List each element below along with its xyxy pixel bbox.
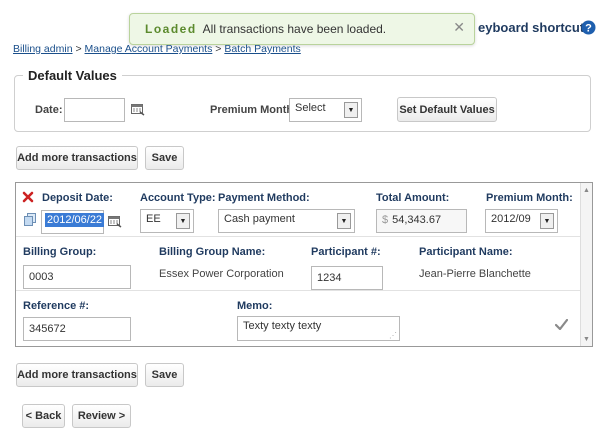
add-more-transactions-button[interactable]: Add more transactions [16,146,138,170]
participant-name-value: Jean-Pierre Blanchette [419,268,531,280]
keyboard-shortcuts-label[interactable]: eyboard shortcuts [478,20,591,35]
svg-text:?: ? [585,23,592,35]
deposit-date-input[interactable]: 2012/06/22 [41,210,105,234]
row-divider [16,236,580,237]
billing-group-name-label: Billing Group Name: [159,246,266,258]
chevron-down-icon: ▼ [337,213,351,229]
default-premium-month-value: Select [295,102,326,114]
save-button-bottom[interactable]: Save [145,363,184,387]
payment-method-select[interactable]: Cash payment ▼ [218,209,355,233]
chevron-down-icon: ▼ [176,213,190,229]
default-values-legend: Default Values [28,68,117,83]
breadcrumb-separator: > [75,43,82,55]
billing-group-input[interactable] [23,265,131,289]
add-more-transactions-button-bottom[interactable]: Add more transactions [16,363,138,387]
chevron-down-icon: ▼ [344,102,358,118]
billing-group-label: Billing Group: [23,246,97,258]
row-divider [16,290,580,291]
currency-symbol: $ [382,214,389,226]
breadcrumb-separator: > [215,43,222,55]
chevron-down-icon: ▼ [540,213,554,229]
toast-close-icon[interactable]: ✕ [453,19,465,36]
premium-month-value: 2012/09 [491,213,531,225]
premium-month-select[interactable]: 2012/09 ▼ [485,209,558,233]
help-icon[interactable]: ? [581,20,596,35]
total-amount-value: 54,343.67 [392,214,442,226]
calendar-icon[interactable] [108,215,122,228]
premium-month-label: Premium Month: [486,192,573,204]
calendar-icon[interactable] [131,103,145,116]
billing-group-name-value: Essex Power Corporation [159,268,284,280]
notification-toast: Loaded All transactions have been loaded… [129,13,475,45]
keyboard-shortcuts-link[interactable]: eyboard shortcuts [478,20,591,35]
breadcrumb-batch-payments[interactable]: Batch Payments [224,43,300,55]
reference-number-input[interactable] [23,317,131,341]
total-amount-input[interactable]: $54,343.67 [376,209,467,233]
participant-number-input[interactable] [311,266,383,290]
memo-value: Texty texty texty [243,320,322,332]
deposit-date-value: 2012/06/22 [45,213,105,227]
breadcrumb-billing-admin[interactable]: Billing admin [13,43,73,55]
memo-label: Memo: [237,300,273,312]
payment-method-label: Payment Method: [218,192,310,204]
toast-message: All transactions have been loaded. [202,22,387,36]
back-button[interactable]: < Back [22,404,65,428]
panel-scrollbar[interactable]: ▲ ▼ [580,183,592,346]
account-type-label: Account Type: [140,192,216,204]
checkmark-icon [555,319,568,330]
participant-name-label: Participant Name: [419,246,513,258]
total-amount-label: Total Amount: [376,192,450,204]
breadcrumb: Billing admin > Manage Account Payments … [13,43,301,55]
memo-textarea[interactable]: Texty texty texty ⋰ [237,316,400,341]
reference-number-label: Reference #: [23,300,90,312]
account-type-value: EE [146,213,161,225]
scroll-down-icon[interactable]: ▼ [581,336,592,343]
copy-icon[interactable] [24,213,36,226]
account-type-select[interactable]: EE ▼ [140,209,194,233]
resize-handle-icon[interactable]: ⋰ [389,331,397,340]
toast-title: Loaded [145,22,197,36]
default-premium-month-select[interactable]: Select ▼ [289,98,362,122]
close-x-icon[interactable] [22,191,34,203]
participant-number-label: Participant #: [311,246,381,258]
default-date-input[interactable] [64,98,125,122]
review-button[interactable]: Review > [72,404,131,428]
scroll-up-icon[interactable]: ▲ [581,187,592,194]
set-default-values-button[interactable]: Set Default Values [397,97,497,122]
deposit-date-label: Deposit Date: [42,192,113,204]
payment-method-value: Cash payment [224,213,295,225]
default-premium-month-label: Premium Month: [210,104,297,116]
save-button[interactable]: Save [145,146,184,170]
default-date-label: Date: [35,104,63,116]
breadcrumb-manage-account-payments[interactable]: Manage Account Payments [85,43,213,55]
